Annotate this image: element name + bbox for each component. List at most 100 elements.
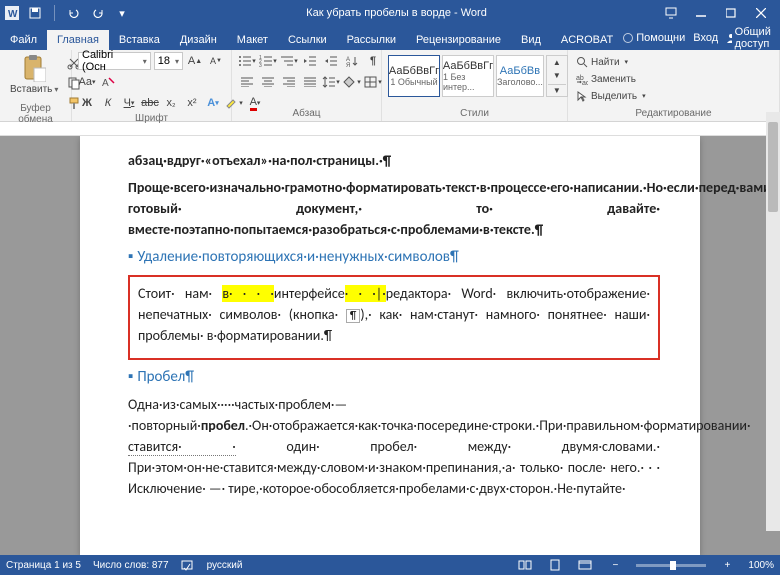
align-justify-icon[interactable] <box>301 73 319 91</box>
qat-customize-icon[interactable]: ▾ <box>113 4 131 22</box>
minimize-icon[interactable] <box>692 4 710 22</box>
tab-file[interactable]: Файл <box>0 30 47 50</box>
clear-format-icon[interactable]: A <box>99 73 117 91</box>
tab-layout[interactable]: Макет <box>227 30 278 50</box>
shading-icon[interactable]: ▾ <box>343 73 361 91</box>
page[interactable]: абзац·вдруг·«отъехал»·на·пол·страницы.·¶… <box>80 136 700 555</box>
sort-icon[interactable]: AЯ <box>343 52 361 70</box>
close-icon[interactable] <box>752 4 770 22</box>
sign-in[interactable]: Вход <box>693 32 718 44</box>
svg-text:ac: ac <box>582 80 588 85</box>
highlight-1: в· · · · <box>222 285 274 302</box>
highlight-2: · · ·|· <box>345 285 386 302</box>
maximize-icon[interactable] <box>722 4 740 22</box>
align-center-icon[interactable] <box>259 73 277 91</box>
group-paragraph-label: Абзац <box>238 107 375 121</box>
view-read-icon[interactable] <box>516 560 534 570</box>
tell-me[interactable]: Помощни <box>623 32 685 44</box>
style-heading1[interactable]: АаБбВвЗаголово... <box>496 55 544 97</box>
bullets-icon[interactable]: ▾ <box>238 52 256 70</box>
redo-icon[interactable] <box>89 4 107 22</box>
word-app-icon: W <box>4 5 20 21</box>
tab-acrobat[interactable]: ACROBAT <box>551 30 623 50</box>
tab-home[interactable]: Главная <box>47 30 109 50</box>
status-words[interactable]: Число слов: 877 <box>93 560 169 571</box>
tab-review[interactable]: Рецензирование <box>406 30 511 50</box>
font-size-select[interactable]: 18 <box>154 52 183 70</box>
style-nospacing[interactable]: АаБбВвГг1 Без интер... <box>442 55 494 97</box>
line-spacing-icon[interactable]: ▾ <box>322 73 340 91</box>
borders-icon[interactable]: ▾ <box>364 73 382 91</box>
replace-icon: abac <box>576 73 588 85</box>
style-normal[interactable]: АаБбВвГг1 Обычный <box>388 55 440 97</box>
group-font: Calibri (Осн 18 A▲ A▼ Aa▾ A Ж К Ч▾ abc x… <box>72 50 232 121</box>
underline-icon[interactable]: Ч▾ <box>120 94 138 112</box>
svg-text:A: A <box>102 78 109 89</box>
group-editing: Найти▾ abacЗаменить Выделить▾ Редактиров… <box>568 50 780 121</box>
superscript-icon[interactable]: x² <box>183 94 201 112</box>
svg-text:W: W <box>8 9 18 20</box>
align-left-icon[interactable] <box>238 73 256 91</box>
text-effects-icon[interactable]: A▾ <box>204 94 222 112</box>
statusbar: Страница 1 из 5 Число слов: 877 русский … <box>0 555 780 575</box>
font-name-select[interactable]: Calibri (Осн <box>78 52 151 70</box>
share-button[interactable]: Общий доступ <box>726 26 775 50</box>
vertical-scrollbar[interactable] <box>766 112 780 531</box>
highlighted-box: Стоит· нам· в· · · ·интерфейсе· · ·|·ред… <box>128 275 660 360</box>
bullet-icon-2: ▪ <box>128 368 133 386</box>
ribbon-options-icon[interactable] <box>662 4 680 22</box>
svg-text:Я: Я <box>346 63 350 67</box>
font-name-value: Calibri (Осн <box>82 49 138 73</box>
select-button[interactable]: Выделить▾ <box>574 88 773 104</box>
group-paragraph: ▾ 123▾ ▾ AЯ ¶ ▾ ▾ ▾ Абзац <box>232 50 382 121</box>
tab-insert[interactable]: Вставка <box>109 30 170 50</box>
share-label: Общий доступ <box>735 26 776 50</box>
zoom-slider[interactable] <box>636 564 706 567</box>
group-styles: АаБбВвГг1 Обычный АаБбВвГг1 Без интер...… <box>382 50 568 121</box>
grow-font-icon[interactable]: A▲ <box>186 52 204 70</box>
view-print-icon[interactable] <box>546 559 564 571</box>
replace-button[interactable]: abacЗаменить <box>574 71 773 87</box>
tab-view[interactable]: Вид <box>511 30 551 50</box>
change-case-icon[interactable]: Aa▾ <box>78 73 96 91</box>
select-icon <box>576 90 588 102</box>
align-right-icon[interactable] <box>280 73 298 91</box>
tab-references[interactable]: Ссылки <box>278 30 337 50</box>
doc-para-2: Проще·всего·изначально·грамотно·форматир… <box>128 177 660 240</box>
zoom-knob[interactable] <box>670 561 676 570</box>
tab-mailings[interactable]: Рассылки <box>337 30 406 50</box>
styles-scroll-up-icon[interactable]: ▲ <box>548 56 566 68</box>
shrink-font-icon[interactable]: A▼ <box>207 52 225 70</box>
styles-more-icon[interactable]: ▼ <box>548 84 566 96</box>
tab-design[interactable]: Дизайн <box>170 30 227 50</box>
find-icon <box>576 56 588 68</box>
doc-heading-1: ▪Удаление·повторяющихся·и·ненужных·симво… <box>128 246 660 269</box>
status-proofing-icon[interactable] <box>181 559 195 571</box>
subscript-icon[interactable]: x₂ <box>162 94 180 112</box>
zoom-out-icon[interactable]: − <box>606 560 624 571</box>
save-icon[interactable] <box>26 4 44 22</box>
paste-button[interactable]: Вставить <box>6 52 62 97</box>
font-size-value: 18 <box>158 55 170 67</box>
decrease-indent-icon[interactable] <box>301 52 319 70</box>
view-web-icon[interactable] <box>576 560 594 570</box>
zoom-level[interactable]: 100% <box>748 560 774 571</box>
styles-scroll-down-icon[interactable]: ▼ <box>548 70 566 82</box>
undo-icon[interactable] <box>65 4 83 22</box>
zoom-in-icon[interactable]: + <box>718 560 736 571</box>
find-button[interactable]: Найти▾ <box>574 54 773 70</box>
increase-indent-icon[interactable] <box>322 52 340 70</box>
status-language[interactable]: русский <box>207 560 243 571</box>
bold-icon[interactable]: Ж <box>78 94 96 112</box>
show-marks-icon[interactable]: ¶ <box>364 52 382 70</box>
doc-para-1: абзац·вдруг·«отъехал»·на·пол·страницы.·¶ <box>128 150 660 171</box>
paste-icon <box>22 54 46 82</box>
numbering-icon[interactable]: 123▾ <box>259 52 277 70</box>
strike-icon[interactable]: abc <box>141 94 159 112</box>
status-page[interactable]: Страница 1 из 5 <box>6 560 81 571</box>
scrollbar-thumb[interactable] <box>768 122 778 212</box>
window-title: Как убрать пробелы в ворде - Word <box>131 7 662 19</box>
italic-icon[interactable]: К <box>99 94 117 112</box>
multilevel-icon[interactable]: ▾ <box>280 52 298 70</box>
group-styles-label: Стили <box>388 107 561 121</box>
